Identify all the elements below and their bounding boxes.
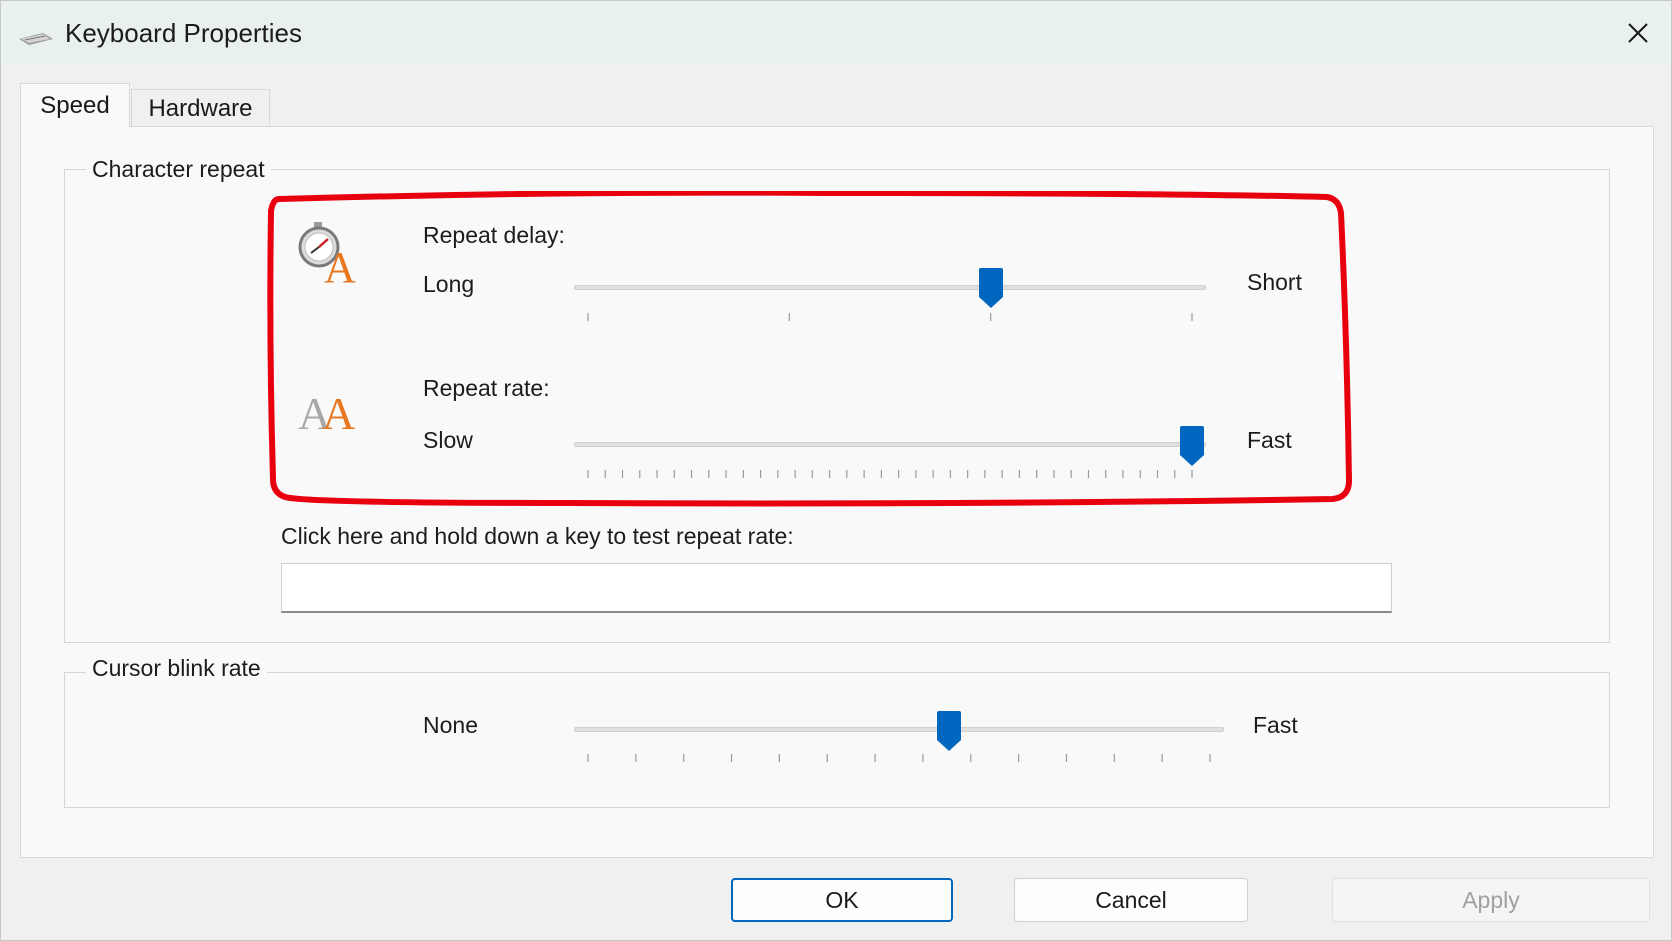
repeat-rate-min-label: Slow (423, 427, 473, 453)
repeat-delay-max-label: Short (1247, 269, 1302, 295)
repeat-delay-slider-thumb[interactable] (978, 267, 1004, 309)
test-repeat-label: Click here and hold down a key to test r… (281, 523, 794, 549)
cursor-blink-slider-thumb[interactable] (936, 710, 962, 752)
cursor-blink-slider-ticks (587, 754, 1211, 762)
repeat-rate-label: Repeat rate: (423, 375, 550, 401)
cursor-blink-min-label: None (423, 712, 478, 738)
ok-button[interactable]: OK (731, 878, 953, 922)
repeat-delay-slider-ticks (587, 313, 1193, 321)
title-bar: Keyboard Properties (1, 1, 1671, 65)
cancel-button[interactable]: Cancel (1014, 878, 1248, 922)
repeat-rate-slider-track[interactable] (574, 442, 1206, 447)
test-repeat-input[interactable] (281, 563, 1392, 613)
window-title: Keyboard Properties (65, 18, 303, 48)
tab-speed[interactable]: Speed (20, 83, 130, 127)
keyboard-icon (19, 33, 53, 45)
repeat-rate-max-label: Fast (1247, 427, 1292, 453)
double-letter-a-icon: A A (298, 388, 355, 435)
repeat-delay-min-label: Long (423, 271, 475, 297)
stopwatch-letter-a-icon: A (298, 222, 356, 286)
close-button[interactable] (1613, 11, 1663, 55)
cursor-blink-legend: Cursor blink rate (86, 655, 267, 682)
repeat-rate-slider-thumb[interactable] (1179, 425, 1205, 467)
cursor-blink-slider-track[interactable] (574, 727, 1224, 732)
character-repeat-legend: Character repeat (86, 156, 271, 183)
repeat-delay-slider-track[interactable] (574, 285, 1206, 290)
repeat-delay-label: Repeat delay: (423, 222, 565, 248)
svg-text:A: A (322, 388, 355, 435)
svg-text:A: A (324, 243, 356, 286)
cursor-blink-group (64, 672, 1610, 808)
cursor-blink-max-label: Fast (1253, 712, 1298, 738)
close-icon (1628, 23, 1648, 43)
keyboard-properties-window: Keyboard Properties Speed Hardware Chara… (0, 0, 1672, 941)
tab-hardware[interactable]: Hardware (131, 89, 270, 127)
repeat-rate-slider-ticks (587, 470, 1193, 478)
apply-button[interactable]: Apply (1332, 878, 1650, 922)
